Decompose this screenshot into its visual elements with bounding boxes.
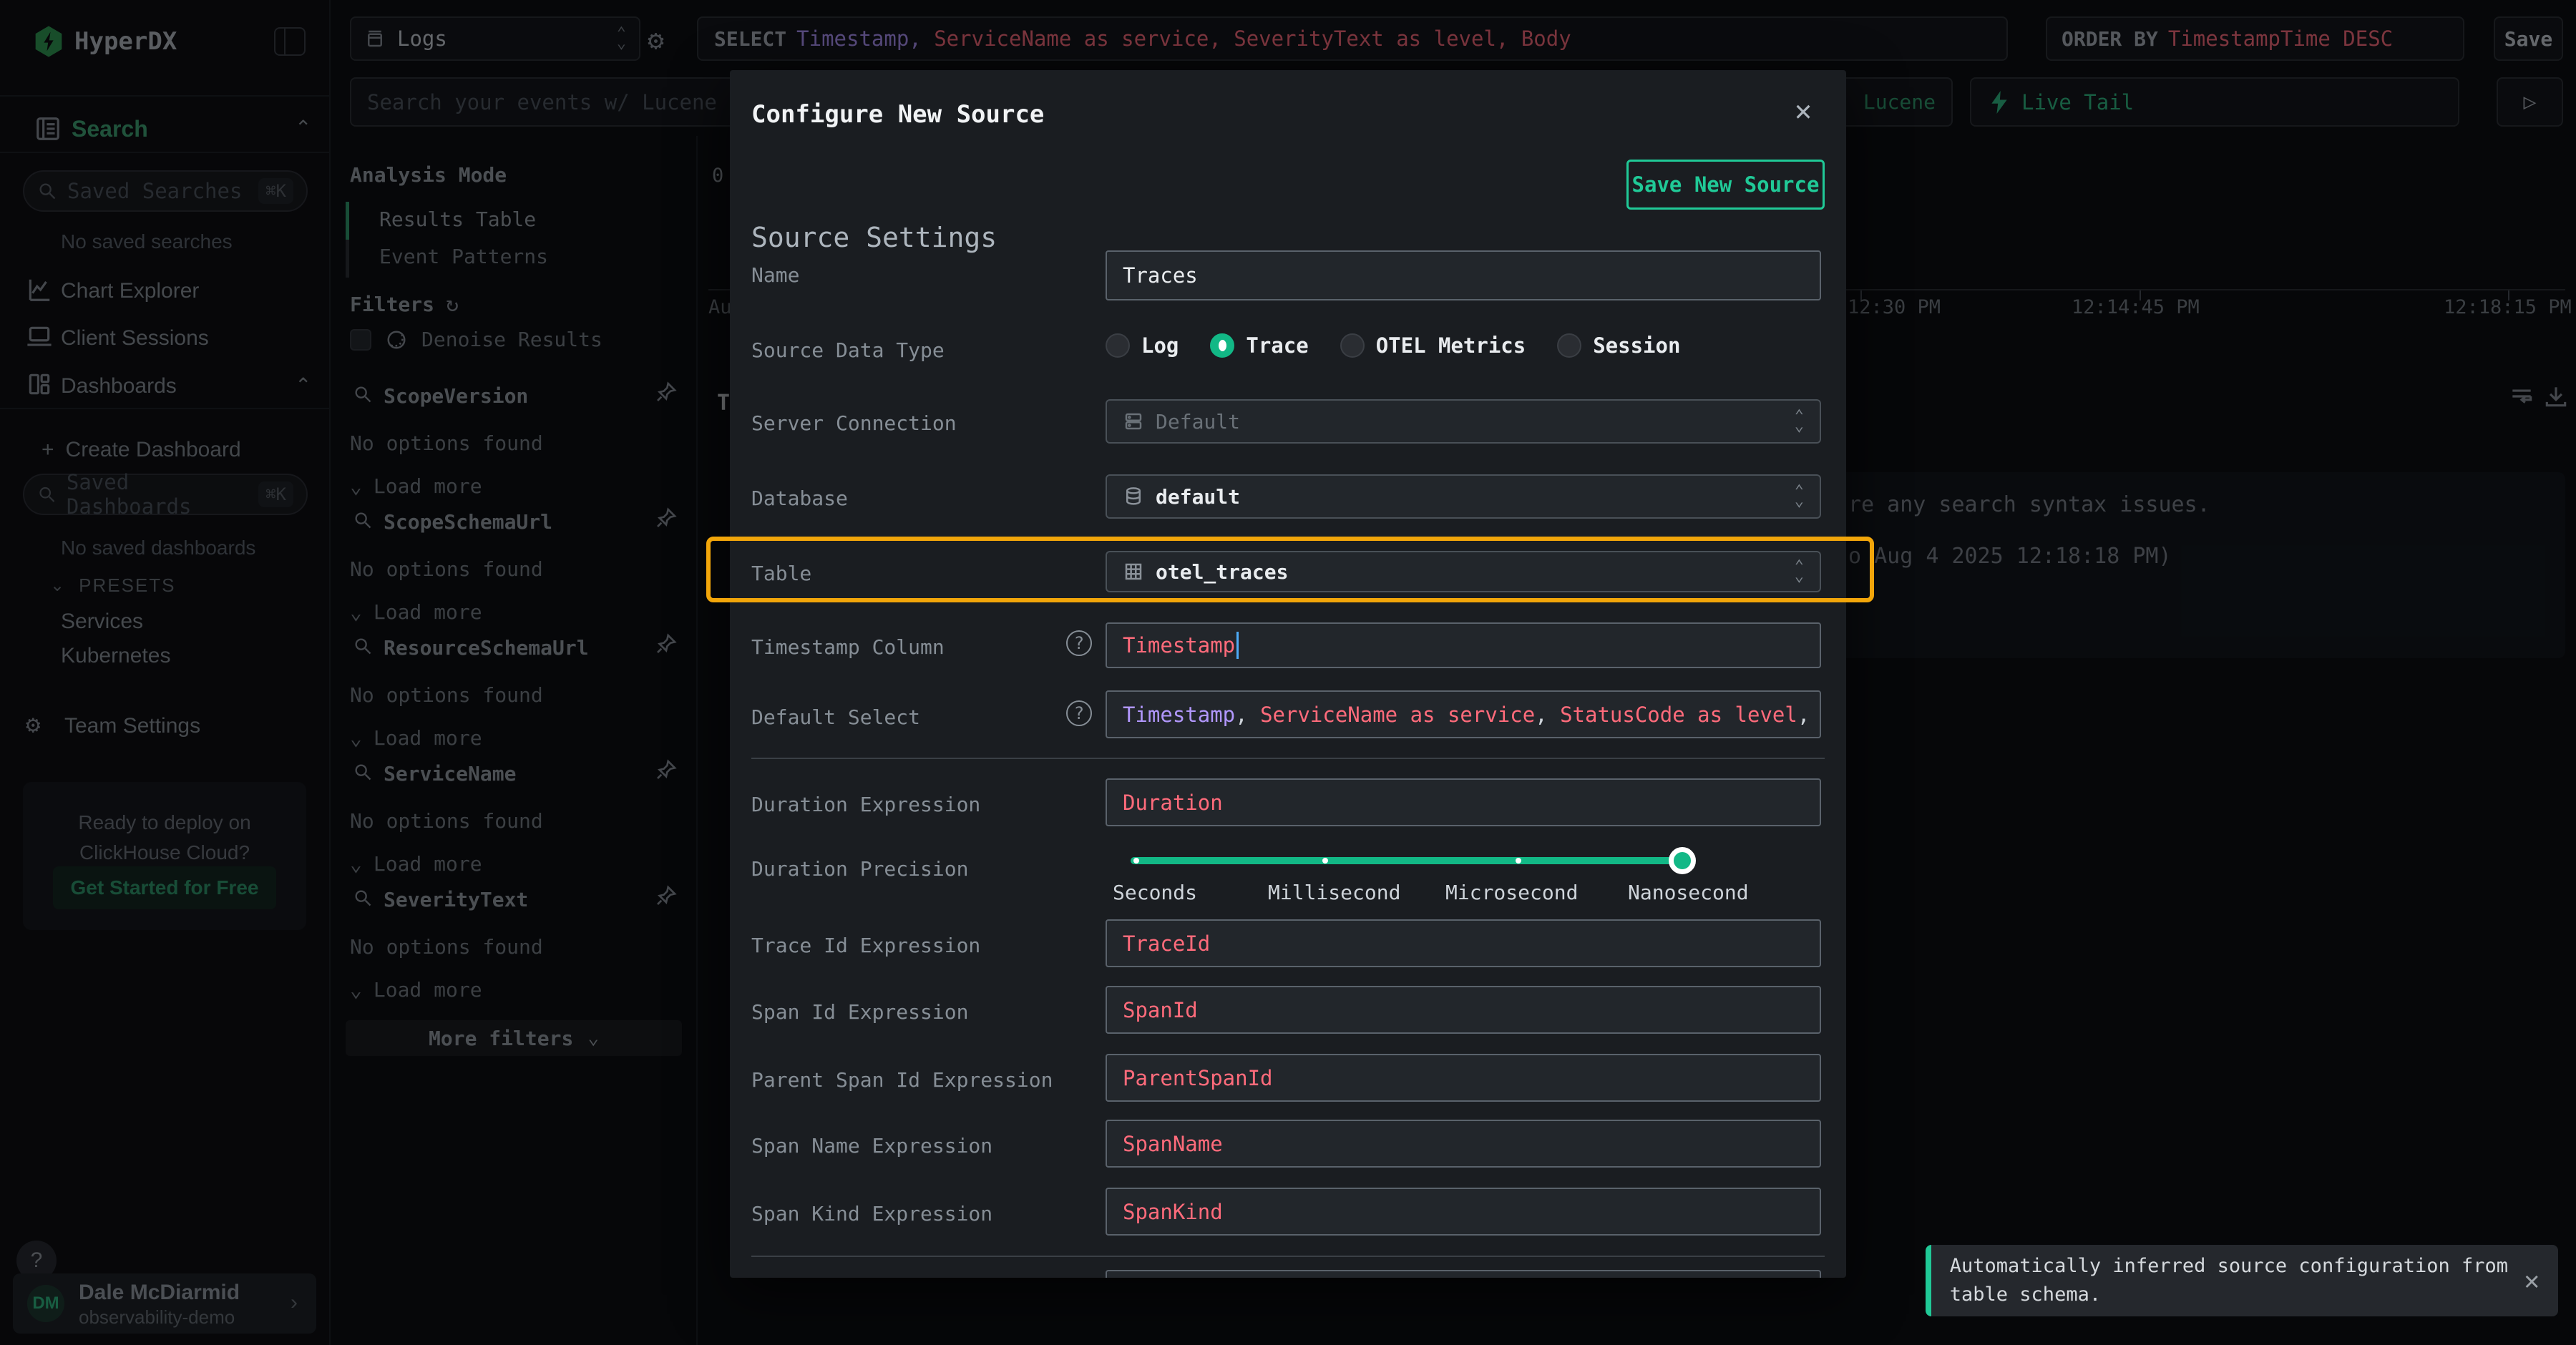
radio-otel-metrics[interactable]: OTEL Metrics xyxy=(1340,333,1526,358)
radio-circle[interactable] xyxy=(1106,333,1130,358)
divider xyxy=(751,1256,1825,1257)
database-value: default xyxy=(1156,485,1240,509)
slider-option-microsecond[interactable]: Microsecond xyxy=(1445,881,1578,904)
server-connection-select[interactable]: Default ⌃⌄ xyxy=(1106,399,1821,444)
duration-expression-value: Duration xyxy=(1123,791,1223,815)
radio-label: Trace xyxy=(1246,333,1308,358)
span-kind-label: Span Kind Expression xyxy=(751,1202,992,1226)
database-select[interactable]: default ⌃⌄ xyxy=(1106,474,1821,519)
default-select-input[interactable]: Timestamp, ServiceName as service, Statu… xyxy=(1106,690,1821,738)
token: , xyxy=(1235,703,1260,727)
help-circle-icon[interactable]: ? xyxy=(1066,700,1092,726)
timestamp-column-input[interactable]: Timestamp xyxy=(1106,622,1821,668)
table-row-highlight-ring xyxy=(706,537,1874,602)
database-label: Database xyxy=(751,486,848,510)
server-connection-label: Server Connection xyxy=(751,411,957,435)
server-icon xyxy=(1123,411,1144,432)
parent-span-id-value: ParentSpanId xyxy=(1123,1066,1273,1090)
configure-source-modal: Configure New Source ✕ Source Settings S… xyxy=(730,70,1846,1278)
duration-precision-slider[interactable] xyxy=(1131,857,1685,864)
help-circle-icon[interactable]: ? xyxy=(1066,630,1092,656)
parent-span-id-label: Parent Span Id Expression xyxy=(751,1068,1053,1092)
database-icon xyxy=(1123,486,1144,507)
divider xyxy=(751,758,1825,759)
save-new-source-label: Save New Source xyxy=(1632,172,1820,197)
select-chevrons-icon: ⌃⌄ xyxy=(1795,411,1804,431)
token: , xyxy=(1797,703,1821,727)
section-title: Source Settings xyxy=(751,222,997,253)
save-new-source-button[interactable]: Save New Source xyxy=(1626,160,1825,210)
slider-option-nanosecond[interactable]: Nanosecond xyxy=(1628,881,1749,904)
radio-circle[interactable] xyxy=(1340,333,1365,358)
token: ServiceName as service xyxy=(1260,703,1535,727)
toast-notification[interactable]: Automatically inferred source configurat… xyxy=(1926,1245,2558,1316)
trace-id-value: TraceId xyxy=(1123,931,1210,956)
timestamp-column-label: Timestamp Column xyxy=(751,635,945,659)
name-value: Traces xyxy=(1123,263,1198,288)
radio-label: Session xyxy=(1593,333,1680,358)
span-kind-value: SpanKind xyxy=(1123,1200,1223,1224)
radio-circle[interactable] xyxy=(1557,333,1581,358)
default-select-label: Default Select xyxy=(751,705,920,729)
name-input[interactable]: Traces xyxy=(1106,250,1821,300)
span-id-input[interactable]: SpanId xyxy=(1106,986,1821,1034)
slider-tick[interactable] xyxy=(1133,858,1139,864)
text-cursor xyxy=(1236,632,1239,659)
span-id-value: SpanId xyxy=(1123,998,1198,1022)
close-icon[interactable]: ✕ xyxy=(1795,94,1812,127)
trace-id-label: Trace Id Expression xyxy=(751,934,980,957)
token: Timestamp xyxy=(1123,703,1235,727)
timestamp-column-value: Timestamp xyxy=(1123,633,1235,657)
token: StatusCode as level xyxy=(1560,703,1797,727)
source-data-type-radios: Log Trace OTEL Metrics Session xyxy=(1106,333,1680,358)
source-data-type-label: Source Data Type xyxy=(751,338,945,362)
radio-trace[interactable]: Trace xyxy=(1210,333,1308,358)
span-name-value: SpanName xyxy=(1123,1132,1223,1156)
server-connection-value: Default xyxy=(1156,410,1240,434)
clipped-bottom-input[interactable] xyxy=(1106,1270,1821,1278)
name-label: Name xyxy=(751,263,799,287)
toast-accent-bar xyxy=(1926,1245,1931,1316)
parent-span-id-input[interactable]: ParentSpanId xyxy=(1106,1054,1821,1102)
slider-tick[interactable] xyxy=(1322,858,1328,864)
span-name-input[interactable]: SpanName xyxy=(1106,1120,1821,1168)
duration-precision-label: Duration Precision xyxy=(751,857,968,881)
close-icon[interactable]: ✕ xyxy=(2524,1266,2540,1296)
slider-tick[interactable] xyxy=(1516,858,1521,864)
toast-message: Automatically inferred source configurat… xyxy=(1931,1252,2524,1309)
radio-circle-selected[interactable] xyxy=(1210,333,1234,358)
radio-log[interactable]: Log xyxy=(1106,333,1179,358)
slider-option-seconds[interactable]: Seconds xyxy=(1113,881,1197,904)
span-name-label: Span Name Expression xyxy=(751,1134,992,1158)
span-kind-input[interactable]: SpanKind xyxy=(1106,1188,1821,1236)
select-chevrons-icon: ⌃⌄ xyxy=(1795,486,1804,507)
radio-label: OTEL Metrics xyxy=(1376,333,1526,358)
radio-session[interactable]: Session xyxy=(1557,333,1680,358)
token: , xyxy=(1535,703,1560,727)
duration-expression-input[interactable]: Duration xyxy=(1106,778,1821,826)
duration-expression-label: Duration Expression xyxy=(751,793,980,816)
slider-option-millisecond[interactable]: Millisecond xyxy=(1268,881,1400,904)
slider-thumb[interactable] xyxy=(1669,847,1696,874)
span-id-label: Span Id Expression xyxy=(751,1000,968,1024)
trace-id-input[interactable]: TraceId xyxy=(1106,919,1821,967)
app-root: HyperDX Search ⌃ Saved Searches ⌘K No sa… xyxy=(0,0,2576,1345)
modal-title: Configure New Source xyxy=(751,100,1044,129)
radio-label: Log xyxy=(1141,333,1179,358)
